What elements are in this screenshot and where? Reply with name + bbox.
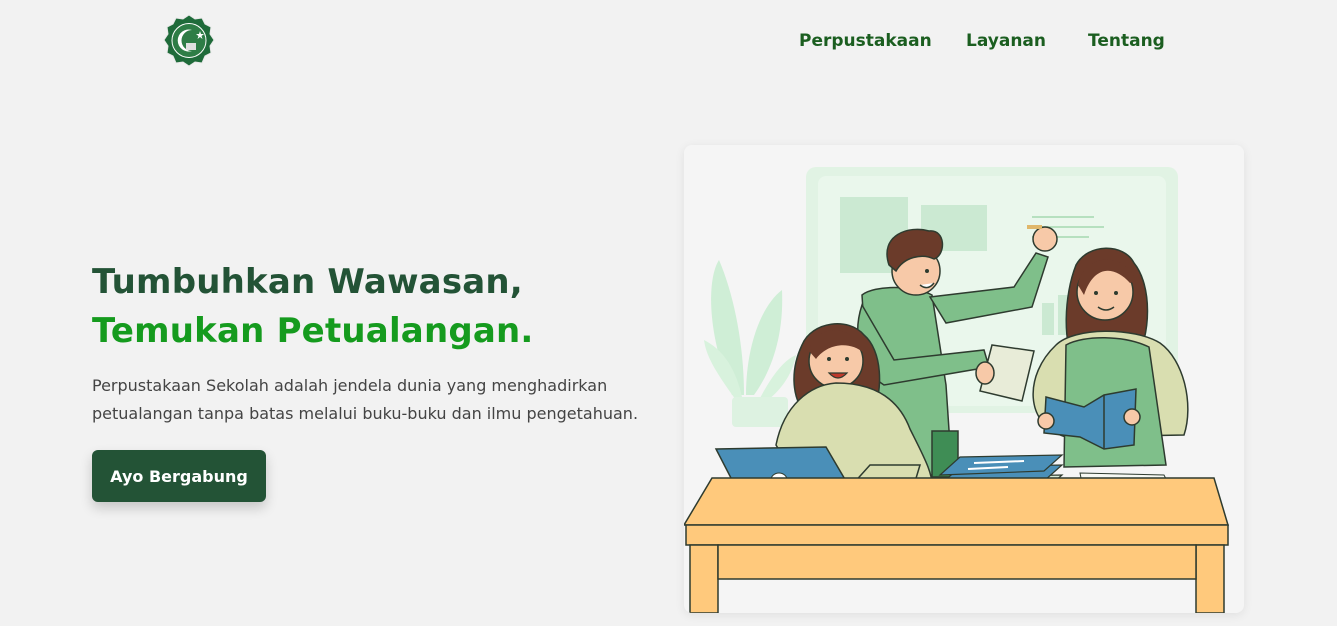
navbar: Perpustakaan Layanan Tentang [0,0,1337,82]
hero-subtitle: Perpustakaan Sekolah adalah jendela duni… [92,376,639,423]
nav-link-layanan[interactable]: Layanan [966,31,1046,51]
join-button[interactable]: Ayo Bergabung [92,450,266,502]
school-logo-icon[interactable] [161,13,217,69]
hero-title-line2: Temukan Petualangan. [92,311,534,351]
hero-title: Tumbuhkan Wawasan, Temukan Petualangan. [92,258,652,356]
hero-title-line1: Tumbuhkan Wawasan, [92,262,523,302]
library-illustration [684,145,1244,613]
nav-link-tentang[interactable]: Tentang [1088,31,1165,51]
hero-section: Tumbuhkan Wawasan, Temukan Petualangan. … [92,258,652,428]
nav-link-perpustakaan[interactable]: Perpustakaan [799,31,932,51]
